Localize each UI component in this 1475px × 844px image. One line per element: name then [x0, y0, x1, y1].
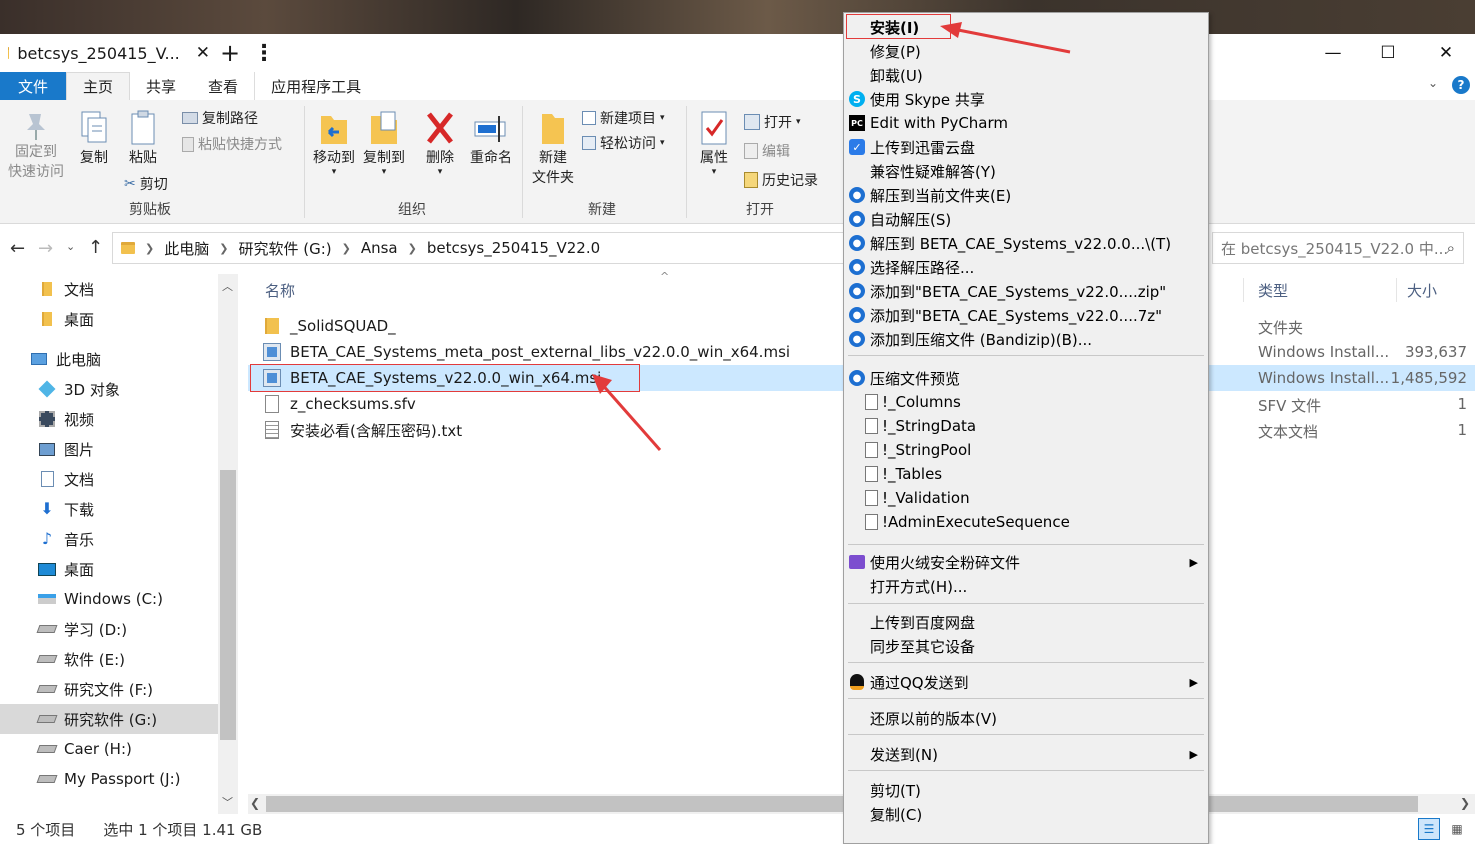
annotation-arrows — [592, 22, 1071, 451]
arrowhead-install — [940, 22, 962, 38]
arrow-to-install — [947, 26, 1071, 54]
arrow-to-file — [598, 381, 662, 451]
